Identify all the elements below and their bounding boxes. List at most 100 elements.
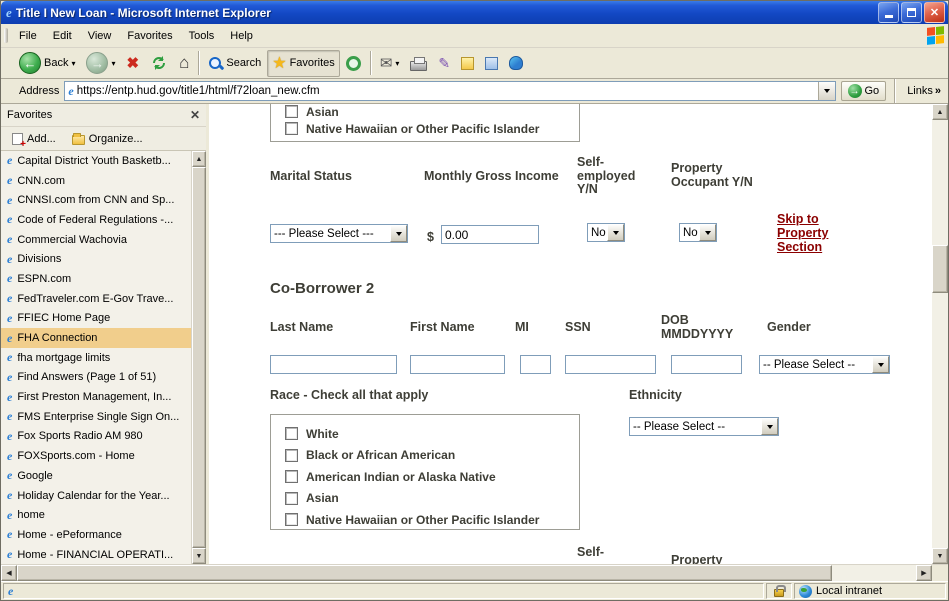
favorite-item[interactable]: eHoliday Calendar for the Year... (1, 486, 191, 506)
favorite-item[interactable]: eFirst Preston Management, In... (1, 387, 191, 407)
discuss-button[interactable] (456, 50, 479, 77)
favorite-item[interactable]: eCode of Federal Regulations -... (1, 210, 191, 230)
links-button[interactable]: Links » (903, 85, 945, 97)
ssn-input[interactable] (565, 355, 656, 374)
dropdown-arrow-icon[interactable] (607, 224, 624, 241)
vertical-scroll-thumb[interactable] (932, 245, 948, 293)
address-dropdown-button[interactable] (818, 82, 835, 100)
menu-view[interactable]: View (80, 24, 120, 47)
race-checkbox-asian[interactable] (285, 105, 298, 118)
gender-select[interactable]: -- Please Select -- (759, 355, 890, 374)
minimize-icon (885, 15, 893, 18)
monthly-income-input[interactable] (441, 225, 539, 244)
scroll-down-button[interactable]: ▼ (932, 548, 948, 564)
dropdown-arrow-icon[interactable] (872, 356, 889, 373)
last-name-input[interactable] (270, 355, 397, 374)
favorite-item[interactable]: eESPN.com (1, 269, 191, 289)
vertical-scroll-track[interactable] (932, 120, 948, 548)
messenger-button[interactable] (504, 50, 528, 77)
research-button[interactable] (480, 50, 503, 77)
favorite-item[interactable]: eFHA Connection (1, 328, 191, 348)
favorite-item[interactable]: eFOXSports.com - Home (1, 446, 191, 466)
favorites-button[interactable]: ★ Favorites (267, 50, 340, 77)
first-name-input[interactable] (410, 355, 505, 374)
favorite-item[interactable]: eCapital District Youth Basketb... (1, 151, 191, 171)
property-occupant-select[interactable]: No (679, 223, 717, 242)
dropdown-arrow-icon[interactable] (390, 225, 407, 242)
race-checkbox-american-indian-or-alaska-native[interactable] (285, 470, 298, 483)
maximize-button[interactable] (901, 2, 922, 23)
horizontal-scroll-track[interactable] (17, 565, 916, 581)
vertical-scrollbar[interactable]: ▲ ▼ (932, 104, 948, 564)
marital-status-select[interactable]: --- Please Select --- (270, 224, 408, 243)
horizontal-scrollbar[interactable]: ◀ ▶ (1, 564, 948, 581)
favorites-scroll-up-button[interactable]: ▲ (192, 151, 206, 167)
favorite-item[interactable]: eFind Answers (Page 1 of 51) (1, 368, 191, 388)
mail-dropdown-icon[interactable]: ▾ (395, 59, 399, 68)
forward-dropdown-icon[interactable]: ▾ (111, 59, 115, 68)
stop-button[interactable]: ✖ (122, 50, 145, 77)
favorite-item[interactable]: eFMS Enterprise Single Sign On... (1, 407, 191, 427)
scroll-left-button[interactable]: ◀ (1, 565, 17, 581)
close-button[interactable]: ✕ (924, 2, 945, 23)
back-button[interactable]: ← Back ▾ (14, 50, 80, 77)
self-employed-select[interactable]: No (587, 223, 625, 242)
forward-button[interactable]: → ▾ (81, 50, 120, 77)
favorite-item[interactable]: eFFIEC Home Page (1, 309, 191, 329)
window-controls: ✕ (878, 2, 945, 23)
race-checkbox-native-hawaiian-or-other-pacific-islander[interactable] (285, 513, 298, 526)
menu-favorites[interactable]: Favorites (119, 24, 180, 47)
favorites-scroll-down-button[interactable]: ▼ (192, 548, 206, 564)
dob-input[interactable] (671, 355, 742, 374)
back-dropdown-icon[interactable]: ▾ (71, 59, 75, 68)
minimize-button[interactable] (878, 2, 899, 23)
menu-edit[interactable]: Edit (45, 24, 80, 47)
favorite-item[interactable]: eCNN.com (1, 171, 191, 191)
add-favorite-button[interactable]: Add... (5, 130, 63, 148)
url-input[interactable] (77, 83, 815, 99)
favorite-item[interactable]: eHome - ePeformance (1, 525, 191, 545)
favorite-item[interactable]: eDivisions (1, 249, 191, 269)
favorites-scroll-track[interactable] (192, 167, 206, 548)
mail-button[interactable]: ✉ ▾ (375, 50, 405, 77)
race-checkbox-black-or-african-american[interactable] (285, 449, 298, 462)
dropdown-arrow-icon[interactable] (761, 418, 778, 435)
search-button[interactable]: Search (203, 50, 266, 77)
favorites-scrollbar[interactable]: ▲ ▼ (191, 151, 206, 564)
dropdown-arrow-icon[interactable] (699, 224, 716, 241)
race-checkbox-asian[interactable] (285, 492, 298, 505)
race-checkbox-native-hawaiian-or-other-pacific-islander[interactable] (285, 122, 298, 135)
skip-to-property-section-link[interactable]: Skip to Property Section (777, 212, 843, 254)
home-icon: ⌂ (179, 53, 189, 73)
go-button[interactable]: → Go (841, 81, 887, 101)
favorite-item[interactable]: efha mortgage limits (1, 348, 191, 368)
favorites-close-icon[interactable]: ✕ (190, 108, 200, 122)
horizontal-scroll-thumb[interactable] (17, 565, 832, 581)
favorite-item[interactable]: eCNNSI.com from CNN and Sp... (1, 190, 191, 210)
favorite-item[interactable]: eFedTraveler.com E-Gov Trave... (1, 289, 191, 309)
favorite-item[interactable]: eCommercial Wachovia (1, 230, 191, 250)
menu-help[interactable]: Help (222, 24, 261, 47)
mi-input[interactable] (520, 355, 551, 374)
organize-favorites-button[interactable]: Organize... (65, 130, 150, 148)
menu-file[interactable]: File (11, 24, 45, 47)
scroll-right-button[interactable]: ▶ (916, 565, 932, 581)
refresh-button[interactable] (145, 50, 173, 77)
scroll-up-button[interactable]: ▲ (932, 104, 948, 120)
edit-button[interactable]: ✎ (433, 50, 455, 77)
home-button[interactable]: ⌂ (174, 50, 194, 77)
favorite-item[interactable]: eGoogle (1, 466, 191, 486)
favorites-scroll-thumb[interactable] (192, 167, 206, 548)
ie-favicon: e (7, 508, 12, 523)
toolbar-separator (198, 51, 199, 75)
menu-grip[interactable] (4, 28, 8, 43)
race-checkbox-white[interactable] (285, 427, 298, 440)
ethnicity-select[interactable]: -- Please Select -- (629, 417, 779, 436)
favorite-item[interactable]: eHome - FINANCIAL OPERATI... (1, 545, 191, 564)
address-field[interactable]: e (64, 81, 835, 101)
history-button[interactable] (341, 50, 366, 77)
favorite-item[interactable]: ehome (1, 505, 191, 525)
favorite-item[interactable]: eFox Sports Radio AM 980 (1, 427, 191, 447)
print-button[interactable] (405, 50, 432, 77)
menu-tools[interactable]: Tools (181, 24, 223, 47)
